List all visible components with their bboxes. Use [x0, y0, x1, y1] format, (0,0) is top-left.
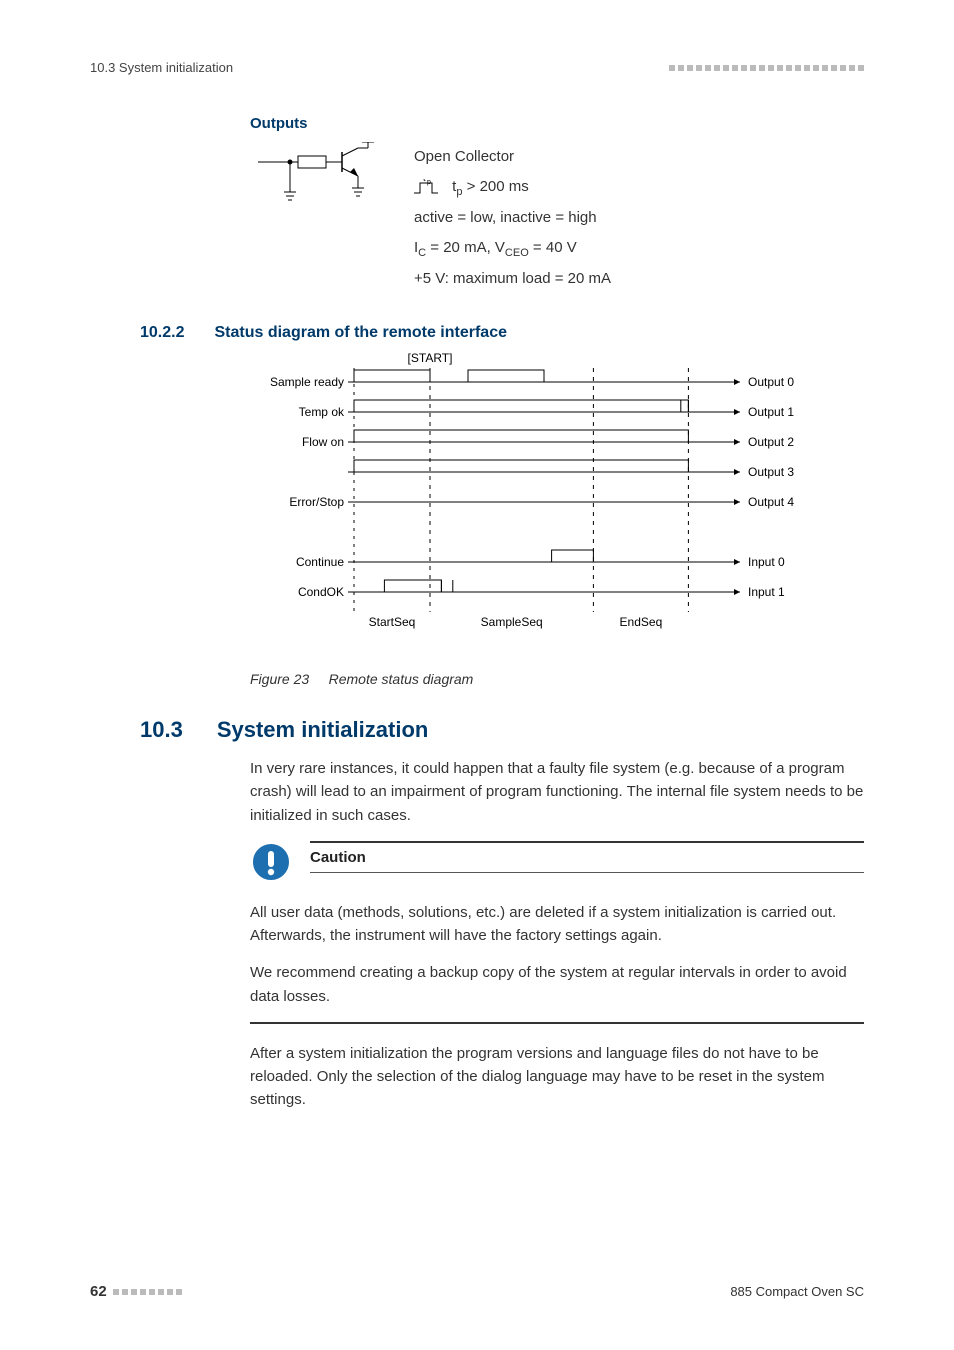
svg-text:t: t [423, 179, 426, 183]
figure-title: Remote status diagram [329, 671, 474, 687]
footer-ornament [113, 1289, 182, 1295]
section-103-para1: In very rare instances, it could happen … [250, 757, 864, 827]
svg-text:p: p [427, 179, 431, 186]
running-header-text: 10.3 System initialization [90, 60, 233, 75]
header-ornament [669, 65, 864, 71]
caution-text-1: All user data (methods, solutions, etc.)… [250, 901, 864, 948]
caution-icon [250, 841, 292, 883]
outputs-line-ic: IC = 20 mA, VCEO = 40 V [414, 233, 611, 264]
caution-box: Caution All user data (methods, solution… [250, 841, 864, 1024]
product-name: 885 Compact Oven SC [730, 1284, 864, 1299]
section-103-heading: 10.3 System initialization [140, 717, 864, 743]
outputs-block: Open Collector t p tp > 200 ms active = … [250, 142, 864, 294]
outputs-line-open-collector: Open Collector [414, 142, 611, 172]
svg-text:Temp ok: Temp ok [299, 405, 345, 419]
svg-text:Continue: Continue [296, 555, 344, 569]
svg-text:Output 0: Output 0 [748, 375, 794, 389]
section-103-para2: After a system initialization the progra… [250, 1042, 864, 1112]
page-number: 62 [90, 1283, 107, 1300]
status-diagram: [START] Sample ready Output 0 Temp ok Output… [250, 350, 864, 665]
outputs-line-tp: t p tp > 200 ms [414, 172, 611, 203]
page-footer: 62 885 Compact Oven SC [90, 1283, 864, 1300]
caution-text-2: We recommend creating a backup copy of t… [250, 961, 864, 1008]
svg-text:Input 0: Input 0 [748, 555, 785, 569]
running-header: 10.3 System initialization [90, 60, 864, 75]
section-103-title: System initialization [217, 717, 429, 743]
figure-number: Figure 23 [250, 671, 309, 687]
open-collector-icon [250, 142, 390, 202]
svg-text:Error/Stop: Error/Stop [289, 495, 344, 509]
svg-text:Output 3: Output 3 [748, 465, 794, 479]
caution-label: Caution [310, 845, 864, 872]
outputs-text: Open Collector t p tp > 200 ms active = … [414, 142, 611, 294]
outputs-line-5v: +5 V: maximum load = 20 mA [414, 264, 611, 294]
svg-text:Output 4: Output 4 [748, 495, 794, 509]
section-1022-number: 10.2.2 [140, 324, 184, 342]
svg-text:EndSeq: EndSeq [620, 615, 663, 629]
svg-text:Input 1: Input 1 [748, 585, 785, 599]
svg-text:CondOK: CondOK [298, 585, 344, 599]
svg-text:[START]: [START] [408, 351, 453, 365]
section-1022-title: Status diagram of the remote interface [214, 324, 507, 342]
svg-text:Sample ready: Sample ready [270, 375, 344, 389]
section-1022-heading: 10.2.2 Status diagram of the remote inte… [140, 324, 864, 342]
svg-text:SampleSeq: SampleSeq [481, 615, 543, 629]
svg-text:Output 2: Output 2 [748, 435, 794, 449]
svg-text:Output 1: Output 1 [748, 405, 794, 419]
outputs-line-active: active = low, inactive = high [414, 203, 611, 233]
svg-text:StartSeq: StartSeq [369, 615, 416, 629]
outputs-heading: Outputs [250, 115, 864, 132]
figure-caption: Figure 23 Remote status diagram [250, 671, 864, 687]
svg-text:Flow on: Flow on [302, 435, 344, 449]
section-103-number: 10.3 [140, 717, 183, 743]
